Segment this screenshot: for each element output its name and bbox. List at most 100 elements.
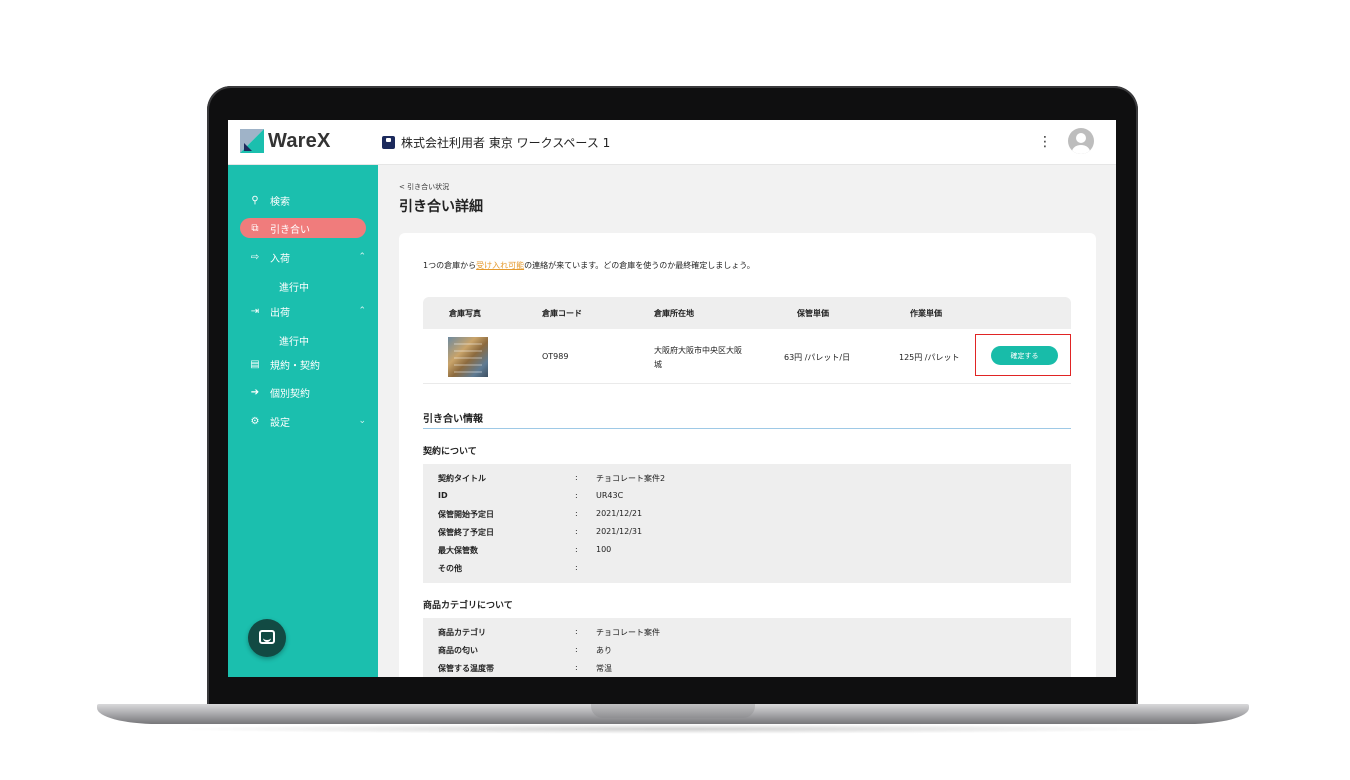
notice-before: 1つの倉庫から [423, 261, 477, 270]
product-info-box: 商品カテゴリ : チョコレート案件 商品の匂い : あり 保管する温度帯 : 常… [423, 618, 1071, 677]
contract-info-box: 契約タイトル : チョコレート案件2 ID : UR43C 保管開始予定日 : … [423, 464, 1071, 583]
info-row: ID : UR43C [438, 491, 1038, 503]
column-header: 作業単価 [910, 309, 942, 318]
sidebar-item-outbound[interactable]: ⇥ 出荷 ⌃ [240, 301, 366, 321]
warex-logo-icon [240, 129, 264, 153]
info-value: あり [596, 646, 612, 655]
sign-in-icon: ➔ [250, 386, 260, 398]
sidebar-item-label: 引き合い [270, 224, 310, 236]
warehouse-address-line1: 大阪府大阪市中央区大阪 [654, 346, 742, 355]
info-row: 商品の匂い : あり [438, 645, 1038, 657]
inquiry-info-title: 引き合い情報 [423, 414, 483, 425]
info-key: 保管する温度帯 [438, 664, 494, 673]
chat-button[interactable] [248, 619, 286, 657]
column-header: 保管単価 [797, 309, 829, 318]
workspace-title: 株式会社利用者 東京 ワークスペース 1 [401, 136, 611, 150]
sidebar-item-inbound[interactable]: ⇨ 入荷 ⌃ [240, 247, 366, 267]
app-header: WareX 株式会社利用者 東京 ワークスペース 1 ⋮ [228, 120, 1116, 165]
outbound-icon: ⇥ [250, 305, 260, 317]
notice-after: の連絡が来ています。どの倉庫を使うのか最終確定しましょう。 [524, 261, 755, 270]
info-separator: : [575, 663, 578, 672]
workspace-icon [382, 136, 395, 149]
inbound-icon: ⇨ [250, 251, 260, 263]
warehouse-address-line2: 城 [654, 360, 662, 369]
info-value: 100 [596, 545, 612, 554]
sidebar-item-label: 個別契約 [270, 388, 310, 400]
sidebar-subitem-outbound-in-progress[interactable]: 進行中 [279, 333, 309, 348]
info-value: 2021/12/31 [596, 527, 643, 536]
info-value: 2021/12/21 [596, 509, 643, 518]
laptop-shadow [160, 724, 1190, 734]
chat-icon [259, 630, 275, 644]
info-separator: : [575, 473, 578, 482]
sidebar-item-terms-contracts[interactable]: ▤ 規約・契約 [240, 354, 366, 374]
info-row: 契約タイトル : チョコレート案件2 [438, 473, 1038, 485]
document-icon: ▤ [250, 358, 260, 370]
sidebar-item-label: 入荷 [270, 253, 290, 265]
laptop-notch [591, 704, 755, 718]
section-divider [423, 428, 1071, 429]
logo[interactable]: WareX [240, 129, 331, 153]
info-value: 常温 [596, 664, 612, 673]
sidebar: ⚲ 検索 ⧉ 引き合い ⇨ 入荷 ⌃ 進行中 ⇥ 出荷 ⌃ 進行中 ▤ 規約・契… [228, 165, 378, 677]
chevron-up-icon: ⌃ [358, 306, 366, 316]
more-menu-icon[interactable]: ⋮ [1038, 133, 1052, 151]
info-value: チョコレート案件2 [596, 474, 666, 483]
info-separator: : [575, 491, 578, 500]
chevron-down-icon: ⌄ [358, 416, 366, 426]
info-row: 保管開始予定日 : 2021/12/21 [438, 509, 1038, 521]
info-key: 保管終了予定日 [438, 528, 494, 537]
chevron-up-icon: ⌃ [358, 252, 366, 262]
info-separator: : [575, 509, 578, 518]
gear-icon: ⚙ [250, 415, 260, 427]
info-row: 商品カテゴリ : チョコレート案件 [438, 627, 1038, 639]
workspace-selector[interactable]: 株式会社利用者 東京 ワークスペース 1 [382, 134, 610, 151]
info-row: 保管終了予定日 : 2021/12/31 [438, 527, 1038, 539]
info-value: チョコレート案件 [596, 628, 660, 637]
info-row: 最大保管数 : 100 [438, 545, 1038, 557]
sidebar-item-label: 検索 [270, 196, 290, 208]
sidebar-item-label: 規約・契約 [270, 360, 320, 372]
info-separator: : [575, 527, 578, 536]
info-key: 契約タイトル [438, 474, 486, 483]
info-separator: : [575, 645, 578, 654]
sidebar-item-search[interactable]: ⚲ 検索 [240, 190, 366, 210]
info-key: ID [438, 491, 448, 500]
search-icon: ⚲ [251, 194, 259, 206]
table-row: OT989 大阪府大阪市中央区大阪 城 63円 /パレット/日 125円 /パレ… [423, 329, 1071, 384]
notice-highlight-link[interactable]: 受け入れ可能 [476, 261, 524, 270]
column-header: 倉庫所在地 [654, 309, 694, 318]
info-separator: : [575, 545, 578, 554]
confirm-button[interactable]: 確定する [991, 346, 1058, 365]
column-header: 倉庫コード [542, 309, 582, 318]
warehouse-code: OT989 [542, 352, 569, 361]
inquiry-icon: ⧉ [251, 222, 259, 234]
laptop-screen: WareX 株式会社利用者 東京 ワークスペース 1 ⋮ ⚲ 検索 ⧉ 引き合い… [228, 120, 1116, 677]
warehouse-photo[interactable] [448, 337, 488, 377]
notice-text: 1つの倉庫から受け入れ可能の連絡が来ています。どの倉庫を使うのか最終確定しましょ… [423, 260, 755, 271]
info-separator: : [575, 563, 578, 572]
info-key: 商品カテゴリ [438, 628, 486, 637]
logo-text: WareX [268, 129, 331, 152]
user-avatar-icon[interactable] [1068, 128, 1094, 154]
sidebar-item-inquiry[interactable]: ⧉ 引き合い [240, 218, 366, 238]
sidebar-item-label: 出荷 [270, 307, 290, 319]
info-value: UR43C [596, 491, 624, 500]
warehouse-table-header: 倉庫写真 倉庫コード 倉庫所在地 保管単価 作業単価 [423, 297, 1071, 329]
storage-price: 63円 /パレット/日 [784, 353, 851, 362]
breadcrumb[interactable]: < 引き合い状況 [399, 182, 449, 192]
info-separator: : [575, 627, 578, 636]
work-price: 125円 /パレット [899, 353, 960, 362]
info-key: 商品の匂い [438, 646, 478, 655]
sidebar-item-settings[interactable]: ⚙ 設定 ⌄ [240, 411, 366, 431]
inquiry-detail-card: 1つの倉庫から受け入れ可能の連絡が来ています。どの倉庫を使うのか最終確定しましょ… [399, 233, 1096, 677]
info-key: その他 [438, 564, 462, 573]
column-header: 倉庫写真 [449, 309, 481, 318]
product-category-section-title: 商品カテゴリについて [423, 601, 513, 611]
sidebar-subitem-inbound-in-progress[interactable]: 進行中 [279, 279, 309, 294]
sidebar-item-individual-contracts[interactable]: ➔ 個別契約 [240, 382, 366, 402]
info-key: 最大保管数 [438, 546, 478, 555]
sidebar-item-label: 設定 [270, 417, 290, 429]
contract-section-title: 契約について [423, 447, 477, 457]
info-key: 保管開始予定日 [438, 510, 494, 519]
